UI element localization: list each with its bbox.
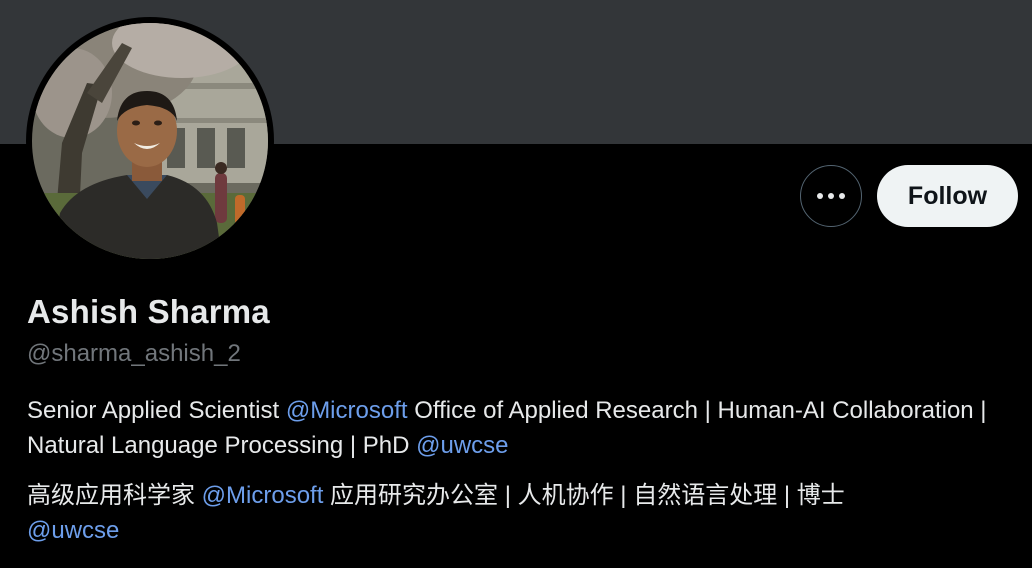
mention-link-uwcse[interactable]: @uwcse bbox=[416, 432, 508, 459]
bio-chinese: 高级应用科学家 @Microsoft 应用研究办公室 | 人机协作 | 自然语言… bbox=[27, 478, 987, 548]
bio-text: Senior Applied Scientist bbox=[27, 397, 286, 424]
more-horizontal-icon bbox=[817, 193, 845, 199]
more-options-button[interactable] bbox=[800, 165, 862, 227]
avatar-photo bbox=[32, 23, 268, 259]
bio-english: Senior Applied Scientist @Microsoft Offi… bbox=[27, 393, 987, 463]
display-name: Ashish Sharma bbox=[27, 293, 270, 330]
bio-text: 高级应用科学家 bbox=[27, 482, 202, 509]
user-handle: @sharma_ashish_2 bbox=[27, 340, 241, 367]
profile-header: Follow Ashish Sharma @sharma_ashish_2 Se… bbox=[0, 0, 1032, 568]
mention-link-microsoft[interactable]: @Microsoft bbox=[202, 482, 324, 509]
avatar[interactable] bbox=[26, 17, 274, 265]
bio-text: 应用研究办公室 | 人机协作 | 自然语言处理 | 博士 bbox=[323, 482, 845, 509]
mention-link-microsoft[interactable]: @Microsoft bbox=[286, 397, 408, 424]
mention-link-uwcse[interactable]: @uwcse bbox=[27, 517, 119, 544]
follow-button[interactable]: Follow bbox=[877, 165, 1018, 227]
